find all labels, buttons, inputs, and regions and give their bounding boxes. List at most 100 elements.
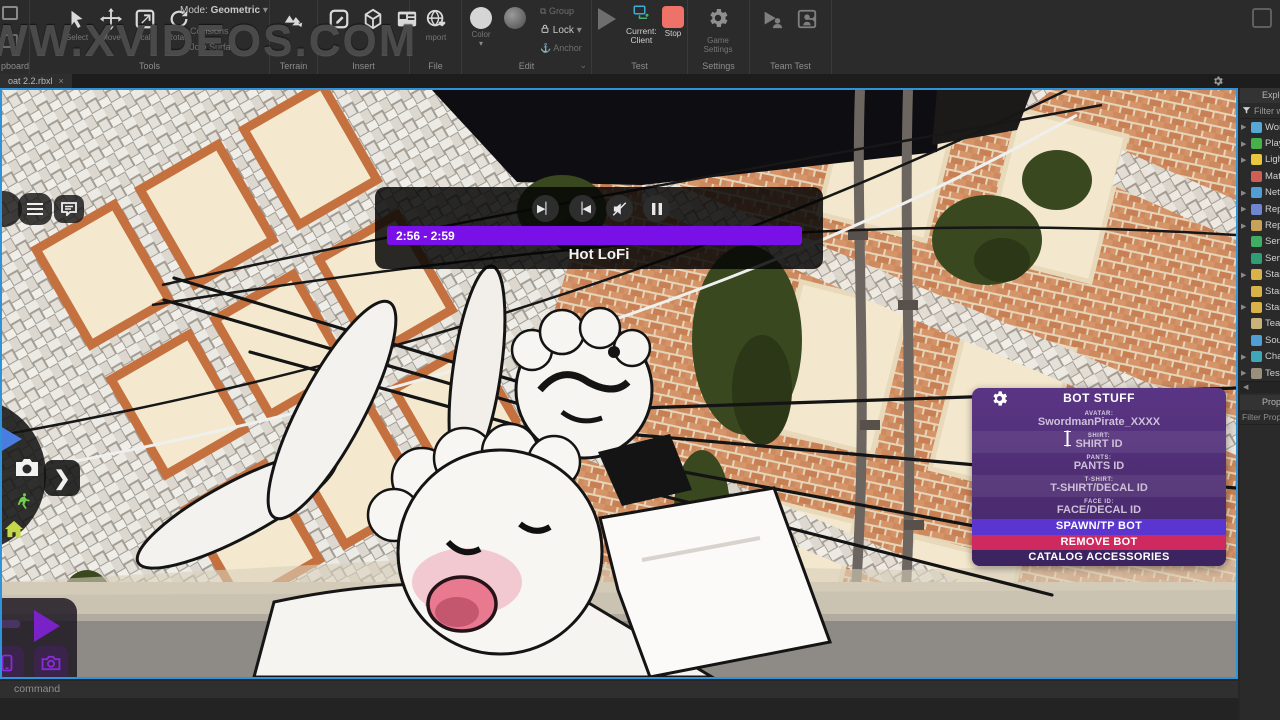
stop-button[interactable]: Stop xyxy=(662,6,684,38)
explorer-item-name[interactable]: StarterGui xyxy=(1265,269,1280,280)
explorer-tree-item[interactable]: ServerStorage xyxy=(1240,250,1280,266)
section-label-settings: Settings xyxy=(688,61,749,71)
explorer-item-name[interactable]: SoundService xyxy=(1265,335,1280,346)
bot-field[interactable]: T-SHIRT: T-SHIRT/DECAL ID xyxy=(972,475,1226,497)
expand-arrow-icon[interactable]: ▶ xyxy=(1241,222,1248,230)
previous-icon: ▕◀ xyxy=(574,202,591,215)
game-settings-button[interactable]: Game Settings xyxy=(706,6,738,54)
explorer-tree-item[interactable]: StarterPack xyxy=(1240,283,1280,299)
material-picker-button[interactable] xyxy=(504,7,526,29)
anchor-button[interactable]: ⚓ Anchor xyxy=(540,43,582,54)
explorer-tree-item[interactable]: ▶ TestService xyxy=(1240,365,1280,381)
slider-track[interactable] xyxy=(0,620,20,628)
explorer-tree-item[interactable]: ▶ Chat xyxy=(1240,348,1280,364)
run-icon[interactable] xyxy=(14,490,32,510)
document-tab[interactable]: oat 2.2.rbxl × xyxy=(0,74,72,88)
explorer-tree-item[interactable]: ▶ Workspace xyxy=(1240,119,1280,135)
explorer-tree-item[interactable]: ▶ ReplicatedFirst xyxy=(1240,201,1280,217)
explorer-tree-item[interactable]: ▶ ReplicatedStorage xyxy=(1240,217,1280,233)
explorer-tree-item[interactable]: ▶ StarterGui xyxy=(1240,267,1280,283)
bot-action-button[interactable]: SPAWN/TP BOT xyxy=(972,519,1226,535)
expand-chevron-button[interactable]: ❯ xyxy=(44,460,80,496)
camera-snap-button[interactable] xyxy=(34,646,68,679)
camera-icon[interactable] xyxy=(14,458,40,478)
bot-field[interactable]: SHIRT: SHIRT ID xyxy=(972,431,1226,453)
explorer-item-name[interactable]: ReplicatedStorage xyxy=(1265,220,1280,231)
expand-arrow-icon[interactable]: ▶ xyxy=(1241,156,1248,164)
explorer-header[interactable]: Explorer xyxy=(1240,88,1280,103)
previous-track-button[interactable]: ▕◀ xyxy=(569,195,596,222)
bot-field-value[interactable]: PANTS ID xyxy=(972,461,1226,472)
explorer-item-name[interactable]: Players xyxy=(1265,138,1280,149)
team-test-start-button[interactable] xyxy=(760,8,784,35)
hamburger-menu-button[interactable] xyxy=(18,193,52,225)
expand-arrow-icon[interactable]: ▶ xyxy=(1241,123,1248,131)
bot-panel-gear-icon[interactable] xyxy=(990,389,1009,408)
expand-arrow-icon[interactable]: ▶ xyxy=(1241,369,1248,377)
explorer-tree-item[interactable]: ▶ StarterPlayer xyxy=(1240,299,1280,315)
explorer-tree-item[interactable]: ▶ Players xyxy=(1240,135,1280,151)
expand-arrow-icon[interactable]: ▶ xyxy=(1241,303,1248,311)
explorer-hscrollbar[interactable]: ◀ xyxy=(1240,381,1280,393)
bot-field-value[interactable]: T-SHIRT/DECAL ID xyxy=(972,483,1226,494)
explorer-tree-item[interactable]: Teams xyxy=(1240,316,1280,332)
explorer-item-name[interactable]: Lighting xyxy=(1265,154,1280,165)
explorer-item-name[interactable]: Workspace xyxy=(1265,122,1280,133)
explorer-tree-item[interactable]: MaterialService xyxy=(1240,168,1280,184)
explorer-item-name[interactable]: NetworkClient xyxy=(1265,187,1280,198)
phone-button[interactable] xyxy=(0,646,24,679)
expand-arrow-icon[interactable]: ▶ xyxy=(1241,271,1248,279)
explorer-item-name[interactable]: StarterPack xyxy=(1265,286,1280,297)
expand-arrow-icon[interactable]: ▶ xyxy=(1241,140,1248,148)
scroll-left-arrow-icon[interactable]: ◀ xyxy=(1243,384,1248,391)
explorer-item-name[interactable]: ServerScriptService xyxy=(1265,236,1280,247)
game-viewport[interactable]: ▶▏ ▕◀ 2:56 - 2:59 Hot LoFi ❯ xyxy=(0,88,1238,679)
bot-field[interactable]: PANTS: PANTS ID xyxy=(972,453,1226,475)
group-button[interactable]: ⧉ Group xyxy=(540,6,574,17)
expand-arrow-icon[interactable]: ▶ xyxy=(1241,205,1248,213)
explorer-tree-item[interactable]: ▶ Lighting xyxy=(1240,152,1280,168)
pause-button[interactable] xyxy=(643,195,670,222)
properties-header[interactable]: Properties xyxy=(1240,395,1280,410)
mode-selector[interactable]: Mode: Geometric ▾ xyxy=(180,5,268,16)
bot-field-value[interactable]: SHIRT ID xyxy=(972,439,1226,450)
explorer-item-name[interactable]: ReplicatedFirst xyxy=(1265,204,1280,215)
bot-action-button[interactable]: CATALOG ACCESSORIES xyxy=(972,550,1226,566)
play-button[interactable] xyxy=(598,8,616,30)
expand-arrow-icon[interactable]: ▶ xyxy=(1241,189,1248,197)
bot-action-button[interactable]: REMOVE BOT xyxy=(972,535,1226,551)
explorer-item-name[interactable]: Chat xyxy=(1265,351,1280,362)
explorer-tree-item[interactable]: SoundService xyxy=(1240,332,1280,348)
tab-close-icon[interactable]: × xyxy=(59,76,64,86)
explorer-item-name[interactable]: Teams xyxy=(1265,318,1280,329)
viewport-gear-icon[interactable] xyxy=(1212,75,1224,87)
home-icon[interactable] xyxy=(4,520,24,538)
command-bar[interactable]: command xyxy=(0,681,1238,698)
bot-field[interactable]: FACE ID: FACE/DECAL ID xyxy=(972,497,1226,519)
explorer-item-name[interactable]: ServerStorage xyxy=(1265,253,1280,264)
explorer-tree-item[interactable]: ServerScriptService xyxy=(1240,234,1280,250)
filter-funnel-icon xyxy=(1242,106,1251,115)
mute-button[interactable] xyxy=(606,195,633,222)
properties-filter-input[interactable]: Filter Properties xyxy=(1240,410,1280,425)
purple-play-icon[interactable] xyxy=(34,610,60,642)
next-track-button[interactable]: ▶▏ xyxy=(532,195,559,222)
bot-field[interactable]: AVATAR: SwordmanPirate_XXXX xyxy=(972,409,1226,431)
explorer-item-icon xyxy=(1251,318,1262,329)
explorer-filter-input[interactable]: Filter workspace xyxy=(1240,103,1280,119)
explorer-item-name[interactable]: MaterialService xyxy=(1265,171,1280,182)
exit-game-button[interactable] xyxy=(796,8,818,35)
import-3d-button[interactable]: mport xyxy=(423,6,449,42)
expand-arrow-icon[interactable]: ▶ xyxy=(1241,353,1248,361)
current-client-selector[interactable]: Current: Client xyxy=(626,4,657,45)
bot-field-value[interactable]: SwordmanPirate_XXXX xyxy=(972,417,1226,428)
chat-button[interactable] xyxy=(54,195,84,223)
lock-button[interactable]: Lock ▾ xyxy=(540,24,582,36)
bot-field-value[interactable]: FACE/DECAL ID xyxy=(972,505,1226,516)
explorer-item-name[interactable]: TestService xyxy=(1265,368,1280,379)
explorer-item-name[interactable]: StarterPlayer xyxy=(1265,302,1280,313)
color-picker-button[interactable]: Color ▾ xyxy=(470,7,492,48)
explorer-tree-item[interactable]: ▶ NetworkClient xyxy=(1240,185,1280,201)
track-progress-bar[interactable]: 2:56 - 2:59 xyxy=(387,226,802,245)
edit-expander-icon[interactable]: ⌄ xyxy=(579,60,587,71)
